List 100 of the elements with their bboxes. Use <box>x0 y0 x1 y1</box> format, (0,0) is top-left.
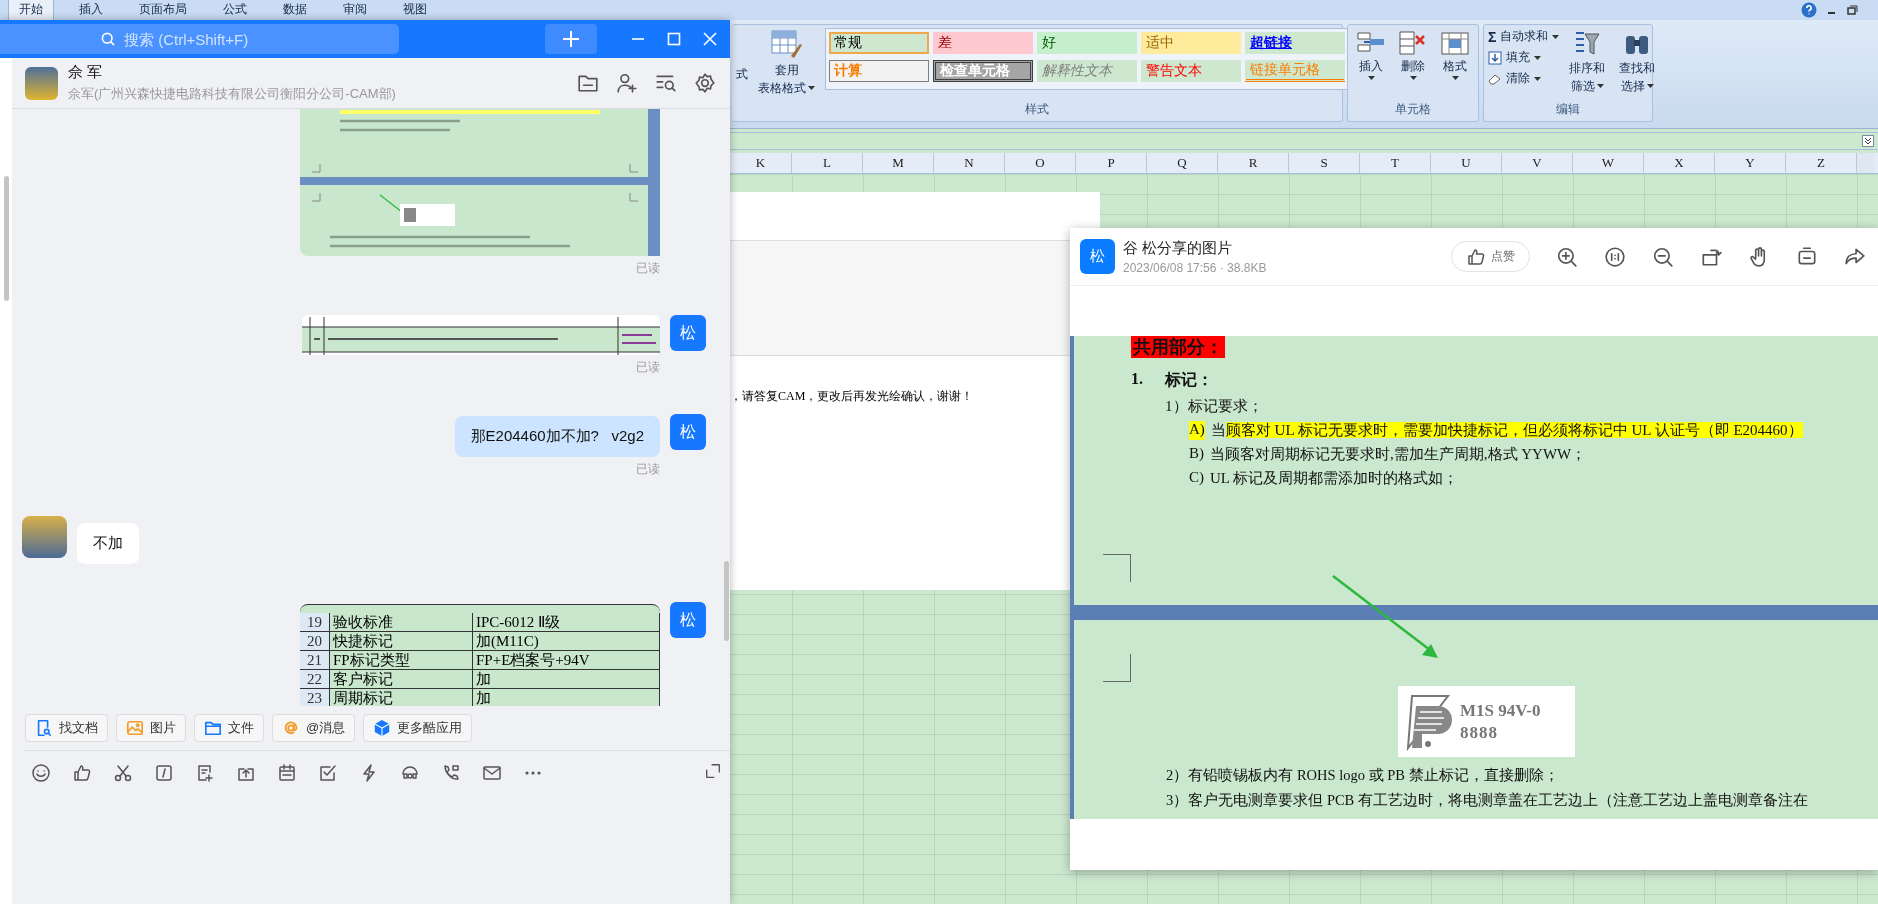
caret-icon[interactable] <box>1451 76 1459 80</box>
restore-icon[interactable] <box>1847 5 1858 15</box>
column-header[interactable]: U <box>1431 153 1502 173</box>
column-header[interactable]: P <box>1076 153 1147 173</box>
column-header[interactable]: Y <box>1715 153 1786 173</box>
column-header[interactable]: Q <box>1147 153 1218 173</box>
quick-app-button[interactable]: @消息 <box>272 714 356 742</box>
zoom-out-icon[interactable] <box>1652 245 1674 268</box>
ribbon-tab[interactable]: 公式 <box>212 0 258 20</box>
actual-size-icon[interactable] <box>1604 245 1626 268</box>
scissors-icon[interactable] <box>113 763 133 783</box>
close-icon[interactable] <box>703 32 717 46</box>
logo-text: M1S 94V-0 <box>1460 700 1541 721</box>
column-header[interactable]: O <box>1005 153 1076 173</box>
autosum-symbol: Σ <box>1488 28 1497 45</box>
caret-icon[interactable] <box>1552 34 1560 39</box>
maximize-icon[interactable] <box>667 32 681 46</box>
section-number: 1. <box>1131 370 1143 389</box>
ribbon-tab[interactable]: 审阅 <box>332 0 378 20</box>
quick-app-button[interactable]: 找文档 <box>25 714 108 742</box>
table-style-icon <box>770 30 803 60</box>
table-cell: 验收标准 <box>330 613 473 631</box>
document-heading: 共用部分： <box>1131 336 1225 358</box>
add-button[interactable] <box>545 24 597 54</box>
settings-icon[interactable] <box>694 72 716 94</box>
caret-icon[interactable] <box>1534 76 1541 81</box>
cell-style-option[interactable]: 适中 <box>1141 32 1241 54</box>
quick-app-button[interactable]: 文件 <box>194 714 264 742</box>
edit-button[interactable]: 查找和 选择 <box>1615 28 1660 96</box>
delete-cells-icon <box>1398 30 1428 56</box>
column-header[interactable]: V <box>1502 153 1573 173</box>
cell-style-option[interactable]: 常规 <box>829 32 929 54</box>
edit-command[interactable]: 清除 <box>1488 70 1560 87</box>
document-search-icon <box>35 719 53 737</box>
ribbon-label: 式 <box>736 66 748 83</box>
ribbon-tab[interactable]: 开始 <box>8 0 54 20</box>
table-cell: 客户标记 <box>330 670 473 688</box>
quick-app-button[interactable]: 更多酷应用 <box>363 714 473 742</box>
sender-avatar: 松 <box>1080 239 1115 274</box>
thumbs-up-icon[interactable] <box>72 763 92 783</box>
column-header[interactable]: S <box>1289 153 1360 173</box>
scrollbar-thumb[interactable] <box>4 176 9 301</box>
expand-icon[interactable] <box>704 762 722 780</box>
search-field[interactable]: 搜索 (Ctrl+Shift+F) <box>0 24 399 54</box>
scrollbar-thumb[interactable] <box>724 561 729 641</box>
table-cell: FP+E档案号+94V <box>473 651 660 669</box>
ribbon-tab[interactable]: 插入 <box>68 0 114 20</box>
column-header[interactable]: T <box>1360 153 1431 173</box>
scrollbar-track[interactable] <box>1857 153 1874 173</box>
column-header[interactable]: L <box>792 153 863 173</box>
read-receipt: 已读 <box>636 461 660 478</box>
cell-style-option[interactable]: 差 <box>933 32 1033 54</box>
zoom-in-icon[interactable] <box>1556 245 1578 268</box>
ribbon-tab[interactable]: 视图 <box>392 0 438 20</box>
quick-app-button[interactable]: 图片 <box>116 714 186 742</box>
cells-button[interactable]: 插入 <box>1352 28 1390 82</box>
format-as-table-button[interactable]: 套用 表格格式 <box>754 28 819 98</box>
cells-button[interactable]: 格式 <box>1436 28 1474 82</box>
group-label: 样式 <box>1024 101 1050 118</box>
caret-icon[interactable] <box>1596 84 1604 88</box>
caret-icon[interactable] <box>1646 84 1654 88</box>
ribbon-tab[interactable]: 页面布局 <box>128 0 198 20</box>
emoji-icon[interactable] <box>31 763 51 783</box>
help-icon[interactable] <box>1801 2 1817 18</box>
cell-style-option[interactable]: 超链接 <box>1245 32 1345 54</box>
caret-icon[interactable] <box>1534 55 1541 60</box>
checkbox-icon[interactable] <box>318 763 338 783</box>
mail-icon[interactable] <box>482 763 502 783</box>
add-user-icon[interactable] <box>616 72 638 94</box>
note-add-icon[interactable] <box>195 763 215 783</box>
column-header[interactable]: R <box>1218 153 1289 173</box>
sheet-text: ，请答复CAM，更改后再发光绘确认，谢谢！ <box>730 389 974 403</box>
search-icon <box>100 31 116 47</box>
caret-icon[interactable] <box>808 86 815 90</box>
thumbs-up-icon <box>1466 246 1486 267</box>
table-cell: FP标记类型 <box>330 651 473 669</box>
cells-button[interactable]: 删除 <box>1394 28 1432 82</box>
column-header[interactable]: W <box>1573 153 1644 173</box>
user-avatar: 松 <box>670 414 706 450</box>
column-header[interactable]: M <box>863 153 934 173</box>
slash-box-icon[interactable] <box>154 763 174 783</box>
user-avatar: 松 <box>670 602 706 638</box>
like-button[interactable]: 点赞 <box>1451 241 1530 272</box>
edit-command[interactable]: 填充 <box>1488 49 1560 66</box>
ribbon-tab[interactable]: 数据 <box>272 0 318 20</box>
table-cell: 周期标记 <box>330 689 473 706</box>
list-marker: A) <box>1189 421 1205 440</box>
chevron-icon[interactable] <box>1862 135 1874 147</box>
logo-text: 8888 <box>1460 722 1499 743</box>
caret-icon[interactable] <box>1409 76 1417 80</box>
edit-button[interactable]: 排序和 筛选 <box>1565 28 1610 96</box>
caret-icon[interactable] <box>1367 76 1375 80</box>
image-icon <box>126 719 144 737</box>
contact-avatar <box>25 66 58 100</box>
column-header[interactable]: X <box>1644 153 1715 173</box>
cell-style-option[interactable]: 好 <box>1037 32 1137 54</box>
phone-icon[interactable] <box>441 763 461 783</box>
column-header[interactable]: N <box>934 153 1005 173</box>
calendar-icon[interactable] <box>277 763 297 783</box>
edit-command[interactable]: Σ 自动求和 <box>1488 28 1560 45</box>
